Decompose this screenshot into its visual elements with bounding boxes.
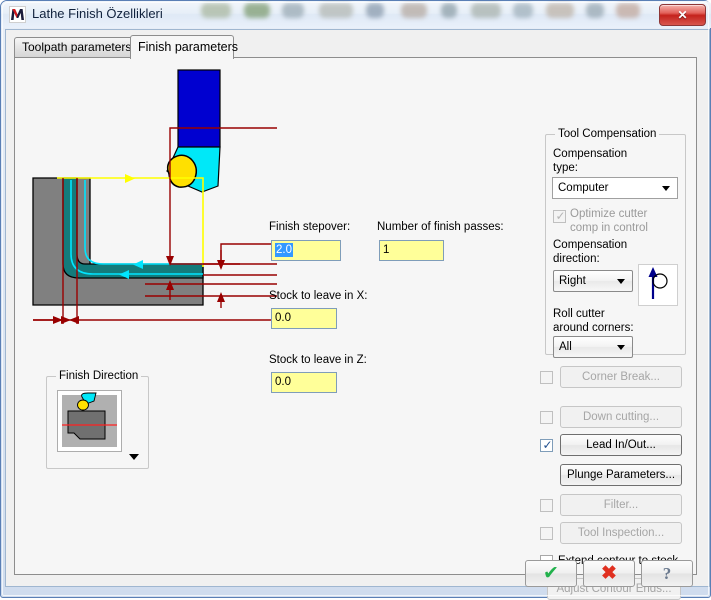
close-icon: ✕ (677, 8, 688, 22)
corner-break-checkbox (540, 371, 553, 384)
window-title: Lathe Finish Özellikleri (32, 6, 163, 21)
help-button[interactable]: ? (641, 560, 693, 587)
stock-x-label: Stock to leave in X: (269, 290, 368, 302)
ok-button[interactable]: ✔ (525, 560, 577, 587)
number-of-passes-label: Number of finish passes: (377, 221, 504, 233)
roll-cutter-dropdown[interactable]: All (553, 336, 633, 358)
compensation-direction-value: Right (559, 275, 586, 287)
tool-inspection-button: Tool Inspection... (560, 522, 682, 544)
lead-in-out-label: Lead In/Out... (586, 439, 656, 451)
stock-x-value: 0.0 (275, 312, 291, 324)
chevron-down-icon (617, 345, 625, 350)
tool-compensation-group-title: Tool Compensation (555, 128, 660, 140)
optimize-cutter-comp-checkbox: ✓ (553, 210, 566, 223)
close-button[interactable]: ✕ (659, 4, 706, 26)
optimize-cutter-comp-label: Optimize cutter comp in control (570, 208, 648, 234)
compensation-direction-arrow-icon (638, 264, 678, 306)
lead-in-out-checkbox[interactable]: ✓ (540, 439, 553, 452)
corner-break-label: Corner Break... (582, 371, 660, 383)
plunge-parameters-label: Plunge Parameters... (566, 469, 676, 481)
finish-direction-preview[interactable] (57, 390, 122, 452)
down-cutting-checkbox (540, 411, 553, 424)
corner-break-button: Corner Break... (560, 366, 682, 388)
tab-label: Finish parameters (138, 40, 239, 54)
down-cutting-label: Down cutting... (582, 411, 660, 423)
tab-toolpath-parameters[interactable]: Toolpath parameters (14, 37, 137, 58)
down-cutting-button: Down cutting... (560, 406, 682, 428)
compensation-type-value: Computer (558, 182, 609, 194)
close-icon: ✖ (601, 563, 617, 584)
check-icon: ✔ (543, 563, 559, 584)
tool-inspection-label: Tool Inspection... (577, 527, 665, 539)
chevron-down-icon[interactable] (129, 454, 139, 460)
check-icon: ✓ (542, 438, 553, 452)
stock-z-label: Stock to leave in Z: (269, 354, 367, 366)
tab-finish-parameters[interactable]: Finish parameters (130, 35, 238, 59)
roll-cutter-label: Roll cutter around corners: (553, 308, 634, 334)
number-of-passes-value: 1 (383, 244, 390, 256)
title-bar: Lathe Finish Özellikleri ✕ (1, 1, 711, 28)
finish-stepover-label: Finish stepover: (269, 221, 351, 233)
question-mark-icon: ? (662, 564, 672, 583)
cancel-button[interactable]: ✖ (583, 560, 635, 587)
number-of-passes-input[interactable]: 1 (379, 240, 444, 261)
stock-z-value: 0.0 (275, 376, 291, 388)
chevron-down-icon (662, 186, 670, 191)
stock-x-input[interactable]: 0.0 (271, 308, 337, 329)
mastercam-logo-icon (9, 6, 26, 23)
finish-stepover-input[interactable]: 2.0 (271, 240, 341, 261)
tab-page-finish-parameters: Finish stepover: 2.0 Number of finish pa… (14, 57, 697, 600)
finish-stepover-value: 2.0 (275, 243, 293, 257)
dialog-window: Lathe Finish Özellikleri ✕ Toolpath para… (0, 0, 711, 600)
roll-cutter-value: All (559, 341, 572, 353)
filter-checkbox (540, 499, 553, 512)
compensation-type-label: Compensation type: (553, 148, 628, 174)
plunge-parameters-button[interactable]: Plunge Parameters... (560, 464, 682, 486)
compensation-type-dropdown[interactable]: Computer (552, 177, 678, 199)
stock-z-input[interactable]: 0.0 (271, 372, 337, 393)
lead-in-out-button[interactable]: Lead In/Out... (560, 434, 682, 456)
filter-label: Filter... (603, 499, 639, 511)
filter-button: Filter... (560, 494, 682, 516)
compensation-direction-label: Compensation direction: (553, 239, 628, 265)
finish-direction-group-title: Finish Direction (56, 370, 142, 382)
tab-label: Toolpath parameters (22, 40, 132, 54)
check-icon: ✓ (555, 209, 566, 223)
compensation-direction-dropdown[interactable]: Right (553, 270, 633, 292)
dialog-client-area: Toolpath parameters Finish parameters Fi… (5, 29, 710, 600)
tool-inspection-checkbox (540, 527, 553, 540)
chevron-down-icon (617, 279, 625, 284)
